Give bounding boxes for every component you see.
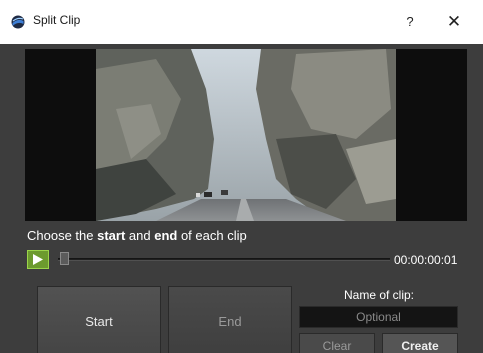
- title-bar: Split Clip ? ✕: [0, 0, 483, 44]
- timecode-display: 00:00:00:01: [394, 253, 458, 267]
- close-button[interactable]: ✕: [441, 10, 467, 34]
- clear-button[interactable]: Clear: [299, 333, 375, 353]
- clip-name-input[interactable]: [299, 306, 458, 328]
- play-icon: [33, 254, 43, 265]
- split-clip-dialog: Choose the start and end of each clip 00…: [0, 44, 483, 353]
- instructions-text: Choose the start and end of each clip: [27, 228, 247, 243]
- end-button[interactable]: End: [168, 286, 292, 353]
- video-frame: [96, 49, 396, 221]
- help-button[interactable]: ?: [398, 10, 422, 34]
- window-title: Split Clip: [33, 13, 81, 27]
- timeline-slider[interactable]: [58, 258, 390, 261]
- play-button[interactable]: [27, 250, 49, 269]
- create-button[interactable]: Create: [382, 333, 458, 353]
- instructions-end-word: end: [154, 228, 178, 243]
- instructions-part: Choose the: [27, 228, 98, 243]
- start-button[interactable]: Start: [37, 286, 161, 353]
- video-preview: [25, 49, 467, 221]
- instructions-start-word: start: [97, 228, 126, 243]
- timeline-slider-handle[interactable]: [60, 252, 69, 265]
- video-frame-image: [96, 49, 396, 221]
- instructions-part: and: [125, 228, 155, 243]
- instructions-part: of each clip: [177, 228, 247, 243]
- app-icon: [11, 15, 25, 29]
- clip-name-label: Name of clip:: [343, 288, 415, 302]
